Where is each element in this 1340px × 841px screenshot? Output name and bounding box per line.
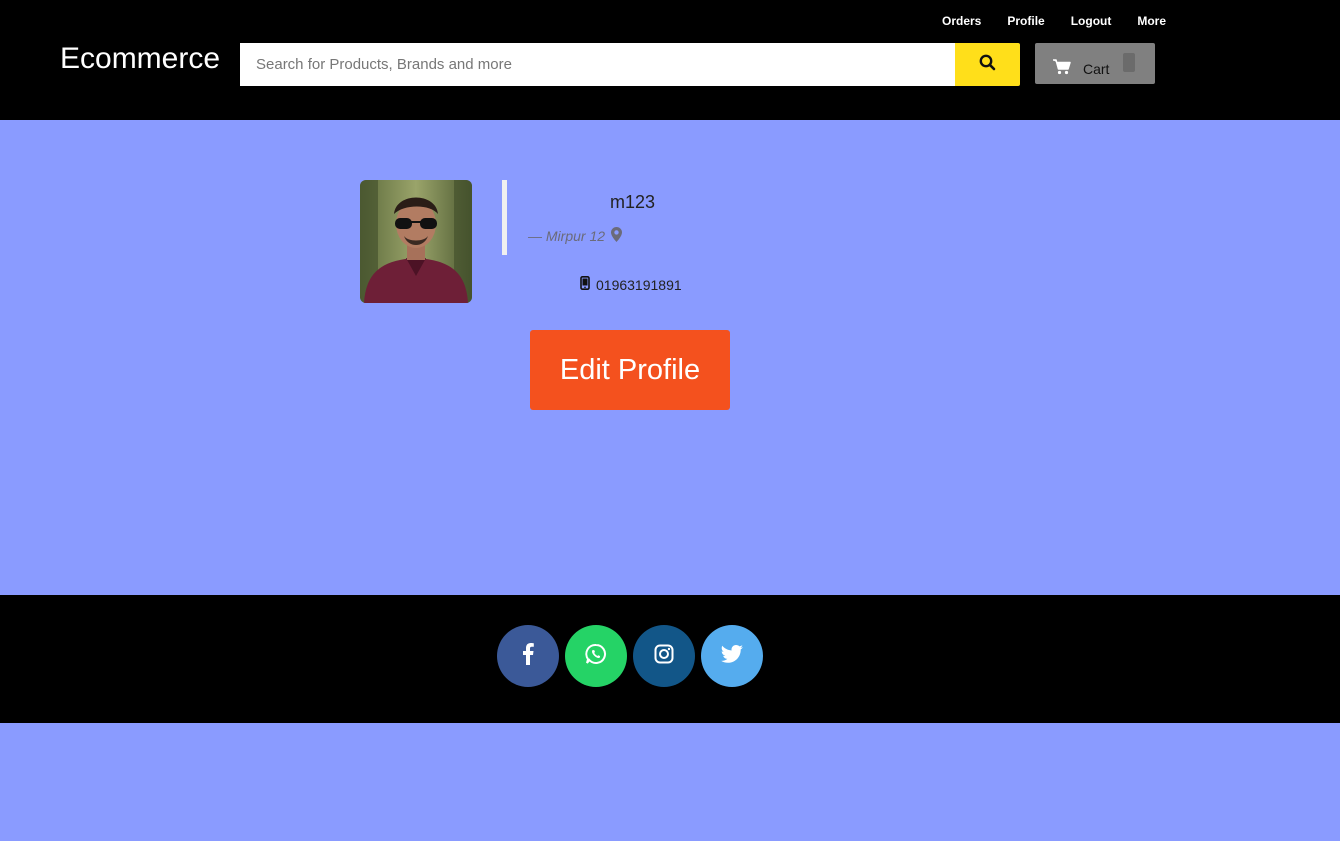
instagram-button[interactable] [633, 625, 695, 687]
edit-profile-button[interactable]: Edit Profile [530, 330, 730, 410]
cart-button[interactable]: Cart [1035, 43, 1155, 84]
facebook-icon [522, 642, 534, 670]
avatar [360, 180, 472, 303]
map-marker-icon [611, 227, 623, 245]
location-text: — Mirpur 12 [528, 228, 606, 244]
brand-logo[interactable]: Ecommerce [60, 41, 220, 77]
whatsapp-icon [585, 643, 607, 670]
profile-phone: 01963191891 [580, 276, 682, 293]
top-nav: Orders Profile Logout More [942, 14, 1166, 28]
nav-logout-link[interactable]: Logout [1071, 14, 1112, 28]
nav-orders-link[interactable]: Orders [942, 14, 981, 28]
nav-more-link[interactable]: More [1137, 14, 1166, 28]
mobile-icon [580, 276, 590, 293]
search-button[interactable] [955, 43, 1020, 86]
profile-username: m123 [610, 192, 656, 212]
twitter-button[interactable] [701, 625, 763, 687]
phone-number: 01963191891 [596, 276, 682, 293]
instagram-icon [654, 644, 674, 669]
whatsapp-button[interactable] [565, 625, 627, 687]
search-input[interactable] [240, 43, 955, 86]
header-bar: Orders Profile Logout More Ecommerce Car… [0, 0, 1340, 120]
twitter-icon [721, 644, 743, 668]
search-icon [979, 54, 996, 76]
profile-location: — Mirpur 12 [528, 227, 623, 245]
quote-divider [502, 180, 507, 255]
footer-bar [0, 595, 1340, 723]
facebook-button[interactable] [497, 625, 559, 687]
nav-profile-link[interactable]: Profile [1007, 14, 1044, 28]
cart-count-badge [1123, 53, 1135, 72]
cart-label: Cart [1083, 61, 1110, 77]
cart-icon [1053, 59, 1071, 80]
